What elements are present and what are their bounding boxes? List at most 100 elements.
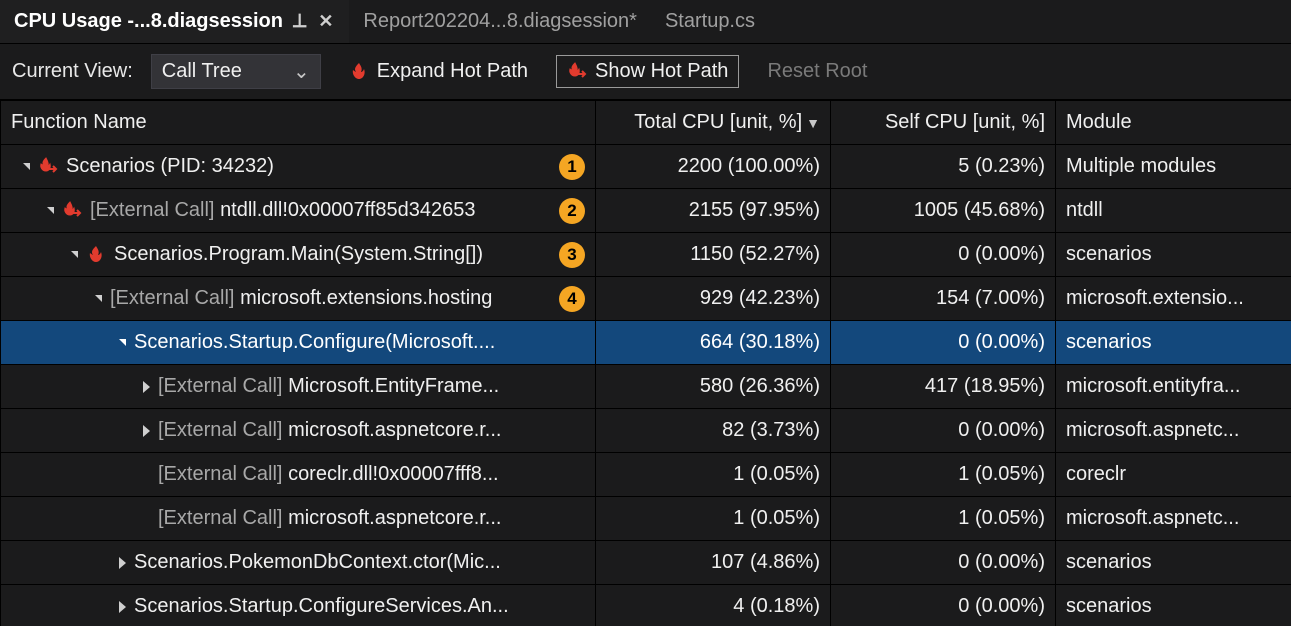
function-name-text: Scenarios.PokemonDbContext.ctor(Mic... bbox=[134, 551, 501, 574]
table-row[interactable]: Scenarios (PID: 34232)12200 (100.00%)5 (… bbox=[1, 145, 1291, 189]
function-name-text: [External Call] coreclr.dll!0x00007fff8.… bbox=[158, 463, 499, 486]
flame-arrow-icon bbox=[567, 62, 587, 82]
button-label: Expand Hot Path bbox=[377, 60, 528, 83]
table-row[interactable]: [External Call] Microsoft.EntityFrame...… bbox=[1, 365, 1291, 409]
cell-module: scenarios bbox=[1056, 321, 1291, 365]
dropdown-value: Call Tree bbox=[162, 60, 242, 83]
close-icon[interactable]: ✕ bbox=[316, 11, 335, 32]
button-label: Show Hot Path bbox=[595, 60, 728, 83]
table-row[interactable]: [External Call] coreclr.dll!0x00007fff8.… bbox=[1, 453, 1291, 497]
cell-module: microsoft.aspnetc... bbox=[1056, 497, 1291, 541]
expand-icon[interactable] bbox=[143, 381, 150, 393]
cell-function-name: [External Call] microsoft.aspnetcore.r..… bbox=[1, 497, 596, 541]
cell-total-cpu: 1150 (52.27%) bbox=[596, 233, 831, 277]
external-call-prefix: [External Call] bbox=[158, 375, 288, 397]
table-row[interactable]: [External Call] microsoft.extensions.hos… bbox=[1, 277, 1291, 321]
cell-total-cpu: 1 (0.05%) bbox=[596, 497, 831, 541]
cell-self-cpu: 5 (0.23%) bbox=[831, 145, 1056, 189]
cell-module: scenarios bbox=[1056, 585, 1291, 626]
flame-arrow-icon bbox=[38, 157, 58, 177]
cell-module: Multiple modules bbox=[1056, 145, 1291, 189]
annotation-badge: 3 bbox=[559, 242, 585, 268]
current-view-dropdown[interactable]: Call Tree ⌄ bbox=[151, 54, 321, 89]
cell-total-cpu: 82 (3.73%) bbox=[596, 409, 831, 453]
tab-report[interactable]: Report202204...8.diagsession* bbox=[349, 0, 651, 43]
expand-icon[interactable] bbox=[119, 557, 126, 569]
cell-self-cpu: 0 (0.00%) bbox=[831, 233, 1056, 277]
flame-arrow-icon bbox=[62, 201, 82, 221]
flame-icon bbox=[86, 245, 106, 265]
cell-self-cpu: 0 (0.00%) bbox=[831, 585, 1056, 626]
function-name-text: Scenarios.Program.Main(System.String[]) bbox=[114, 243, 483, 266]
annotation-badge: 2 bbox=[559, 198, 585, 224]
table-row[interactable]: [External Call] ntdll.dll!0x00007ff85d34… bbox=[1, 189, 1291, 233]
pin-icon[interactable]: ⟂ bbox=[293, 10, 306, 33]
col-total-cpu[interactable]: Total CPU [unit, %]▼ bbox=[596, 101, 831, 145]
cell-total-cpu: 1 (0.05%) bbox=[596, 453, 831, 497]
header-row: Function Name Total CPU [unit, %]▼ Self … bbox=[1, 101, 1291, 145]
show-hot-path-button[interactable]: Show Hot Path bbox=[556, 55, 739, 88]
expand-icon[interactable] bbox=[119, 601, 126, 613]
cell-self-cpu: 1005 (45.68%) bbox=[831, 189, 1056, 233]
collapse-icon[interactable] bbox=[71, 251, 78, 258]
tab-label: CPU Usage -...8.diagsession bbox=[14, 10, 283, 33]
cell-self-cpu: 1 (0.05%) bbox=[831, 497, 1056, 541]
external-call-prefix: [External Call] bbox=[90, 199, 220, 221]
collapse-icon[interactable] bbox=[119, 339, 126, 346]
call-tree-grid: Function Name Total CPU [unit, %]▼ Self … bbox=[0, 100, 1291, 626]
reset-root-button: Reset Root bbox=[757, 56, 877, 87]
collapse-icon[interactable] bbox=[47, 207, 54, 214]
cell-module: microsoft.aspnetc... bbox=[1056, 409, 1291, 453]
cell-self-cpu: 0 (0.00%) bbox=[831, 541, 1056, 585]
function-name-text: [External Call] microsoft.aspnetcore.r..… bbox=[158, 507, 501, 530]
cell-total-cpu: 664 (30.18%) bbox=[596, 321, 831, 365]
table-row[interactable]: Scenarios.PokemonDbContext.ctor(Mic... 10… bbox=[1, 541, 1291, 585]
external-call-prefix: [External Call] bbox=[158, 419, 288, 441]
external-call-prefix: [External Call] bbox=[158, 463, 288, 485]
cell-total-cpu: 2155 (97.95%) bbox=[596, 189, 831, 233]
cell-total-cpu: 929 (42.23%) bbox=[596, 277, 831, 321]
cell-function-name: Scenarios.Startup.Configure(Microsoft...… bbox=[1, 321, 596, 365]
cell-module: microsoft.extensio... bbox=[1056, 277, 1291, 321]
cell-module: coreclr bbox=[1056, 453, 1291, 497]
sort-desc-icon: ▼ bbox=[806, 115, 820, 131]
function-name-text: Scenarios.Startup.ConfigureServices.An..… bbox=[134, 595, 509, 618]
toolbar: Current View: Call Tree ⌄ Expand Hot Pat… bbox=[0, 44, 1291, 100]
table-row[interactable]: Scenarios.Program.Main(System.String[]) 3… bbox=[1, 233, 1291, 277]
tab-bar: CPU Usage -...8.diagsession ⟂ ✕ Report20… bbox=[0, 0, 1291, 44]
cell-function-name: [External Call] coreclr.dll!0x00007fff8.… bbox=[1, 453, 596, 497]
cell-self-cpu: 0 (0.00%) bbox=[831, 321, 1056, 365]
button-label: Reset Root bbox=[767, 60, 867, 83]
chevron-down-icon: ⌄ bbox=[293, 59, 310, 84]
cell-self-cpu: 154 (7.00%) bbox=[831, 277, 1056, 321]
table-row[interactable]: Scenarios.Startup.ConfigureServices.An..… bbox=[1, 585, 1291, 626]
cell-self-cpu: 0 (0.00%) bbox=[831, 409, 1056, 453]
col-module[interactable]: Module bbox=[1056, 101, 1291, 145]
function-name-text: [External Call] microsoft.aspnetcore.r..… bbox=[158, 419, 501, 442]
tab-cpu-usage[interactable]: CPU Usage -...8.diagsession ⟂ ✕ bbox=[0, 0, 349, 43]
collapse-icon[interactable] bbox=[23, 163, 30, 170]
function-name-text: [External Call] microsoft.extensions.hos… bbox=[110, 287, 492, 310]
function-name-text: Scenarios (PID: 34232) bbox=[66, 155, 274, 178]
cell-total-cpu: 2200 (100.00%) bbox=[596, 145, 831, 189]
expand-hot-path-button[interactable]: Expand Hot Path bbox=[339, 56, 538, 87]
cell-self-cpu: 1 (0.05%) bbox=[831, 453, 1056, 497]
col-function-name[interactable]: Function Name bbox=[1, 101, 596, 145]
function-name-text: [External Call] Microsoft.EntityFrame... bbox=[158, 375, 499, 398]
current-view-label: Current View: bbox=[12, 60, 133, 83]
tab-startup-cs[interactable]: Startup.cs bbox=[651, 0, 769, 43]
cell-total-cpu: 107 (4.86%) bbox=[596, 541, 831, 585]
cell-function-name: [External Call] ntdll.dll!0x00007ff85d34… bbox=[1, 189, 596, 233]
cell-function-name: [External Call] Microsoft.EntityFrame... bbox=[1, 365, 596, 409]
col-self-cpu[interactable]: Self CPU [unit, %] bbox=[831, 101, 1056, 145]
function-name-text: Scenarios.Startup.Configure(Microsoft...… bbox=[134, 331, 495, 354]
collapse-icon[interactable] bbox=[95, 295, 102, 302]
expand-icon[interactable] bbox=[143, 425, 150, 437]
tab-label: Report202204...8.diagsession* bbox=[363, 10, 637, 33]
table-row[interactable]: Scenarios.Startup.Configure(Microsoft...… bbox=[1, 321, 1291, 365]
cell-function-name: [External Call] microsoft.extensions.hos… bbox=[1, 277, 596, 321]
table-row[interactable]: [External Call] microsoft.aspnetcore.r..… bbox=[1, 497, 1291, 541]
tab-label: Startup.cs bbox=[665, 10, 755, 33]
cell-function-name: [External Call] microsoft.aspnetcore.r..… bbox=[1, 409, 596, 453]
table-row[interactable]: [External Call] microsoft.aspnetcore.r..… bbox=[1, 409, 1291, 453]
